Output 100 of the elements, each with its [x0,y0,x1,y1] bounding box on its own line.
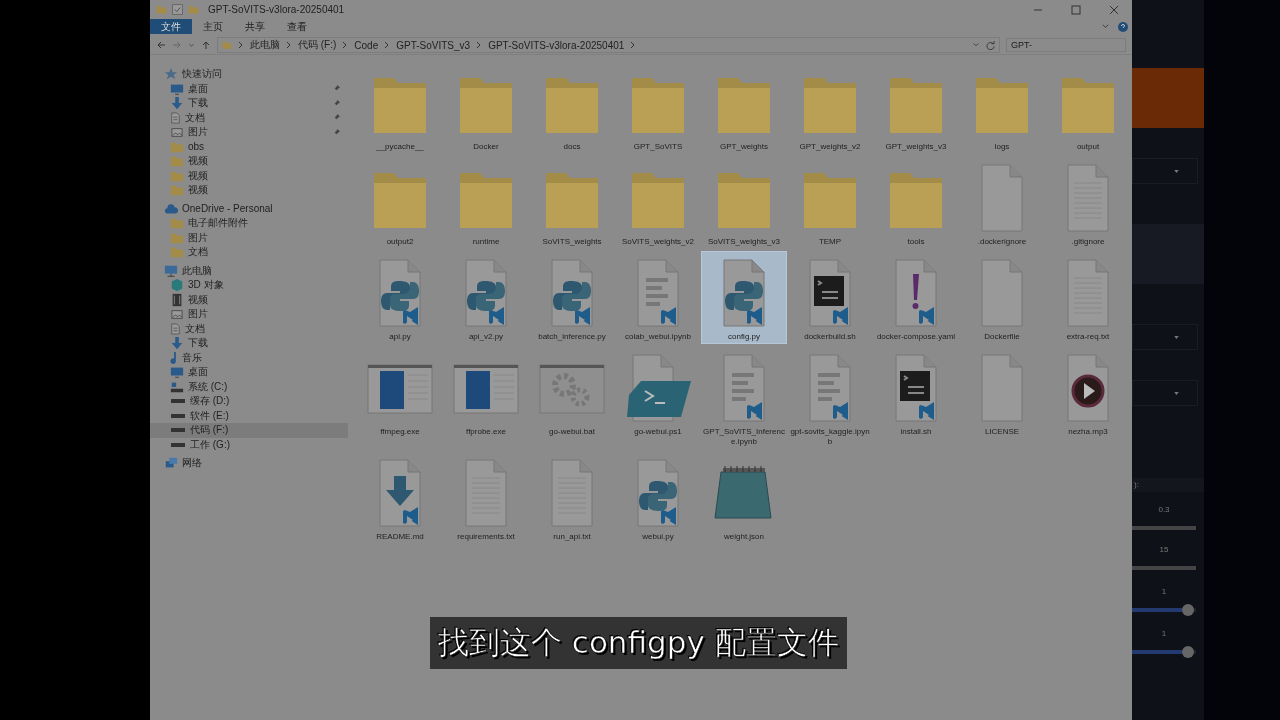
nav-item[interactable]: 工作 (G:) [150,437,348,452]
nav-item[interactable]: 文档 [150,321,348,336]
file-item[interactable]: gpt-sovits_kaggle.ipynb [787,346,873,449]
nav-item[interactable]: 软件 (E:) [150,408,348,423]
breadcrumb[interactable]: GPT-SoVITS_v3 [396,39,471,51]
file-item[interactable]: tools [873,156,959,249]
file-item[interactable]: requirements.txt [443,451,529,544]
file-item[interactable]: GPT_weights [701,61,787,154]
file-item[interactable]: docker-compose.yaml [873,251,959,344]
file-item[interactable]: SoVITS_weights_v3 [701,156,787,249]
nav-item[interactable]: 下载 [150,96,348,111]
file-item[interactable]: ffprobe.exe [443,346,529,439]
nav-item[interactable]: 文档 [150,110,348,125]
nav-item[interactable]: 视频 [150,183,348,198]
file-item[interactable]: GPT_SoVITS [615,61,701,154]
file-item[interactable]: SoVITS_weights [529,156,615,249]
breadcrumb[interactable]: 此电脑 [250,38,280,52]
file-item[interactable]: dockerbuild.sh [787,251,873,344]
breadcrumb[interactable]: GPT-SoVITS-v3lora-20250401 [488,39,625,51]
nav-item[interactable]: 下载 [150,336,348,351]
file-item[interactable]: go-webui.ps1 [615,346,701,439]
file-item[interactable]: output [1045,61,1131,154]
nav-item[interactable]: 系统 (C:) [150,379,348,394]
file-item[interactable]: runtime [443,156,529,249]
nav-item[interactable]: 视频 [150,154,348,169]
slider-thumb[interactable] [1182,604,1195,616]
file-name: README.md [375,532,425,542]
nav-item[interactable]: OneDrive - Personal [150,201,348,216]
slider-thumb[interactable] [1182,646,1195,658]
nav-item[interactable]: 电子邮件附件 [150,216,348,231]
file-item[interactable]: GPT_SoVITS_Inference.ipynb [701,346,787,449]
slider-value: 15 [1158,544,1170,556]
breadcrumb[interactable]: 代码 (F:) [298,38,337,52]
ribbon-tab[interactable]: 查看 [276,19,318,34]
ribbon-tab[interactable]: 共享 [234,19,276,34]
up-arrow-icon[interactable] [201,40,211,50]
nav-item[interactable]: 快速访问 [150,67,348,82]
file-name: __pycache__ [375,142,425,152]
caret-icon [1174,335,1179,339]
nav-item[interactable]: 此电脑 [150,263,348,278]
back-arrow-icon[interactable] [156,40,166,50]
file-item[interactable]: api_v2.py [443,251,529,344]
search-field[interactable]: GPT- [1006,38,1126,52]
file-item[interactable]: .gitignore [1045,156,1131,249]
nav-label: 系统 (C:) [188,379,229,394]
breadcrumb[interactable]: Code [354,39,379,51]
forward-arrow-icon[interactable] [172,40,182,50]
file-item[interactable]: Dockerfile [959,251,1045,344]
file-item[interactable]: install.sh [873,346,959,439]
file-item[interactable]: LICENSE [959,346,1045,439]
ribbon-tab[interactable]: 文件 [150,19,192,34]
dropdown-field[interactable] [1132,158,1198,184]
file-item[interactable]: ffmpeg.exe [357,346,443,439]
nav-item[interactable]: 桌面 [150,365,348,380]
file-item[interactable]: run_api.txt [529,451,615,544]
file-item[interactable]: batch_inference.py [529,251,615,344]
help-icon[interactable] [1118,21,1128,32]
close-icon[interactable] [1109,4,1119,15]
file-item[interactable]: colab_webui.ipynb [615,251,701,344]
picture-icon [170,126,184,138]
file-item[interactable]: SoVITS_weights_v2 [615,156,701,249]
nav-item[interactable]: 视频 [150,168,348,183]
file-item[interactable]: nezha.mp3 [1045,346,1131,439]
file-item[interactable]: go-webui.bat [529,346,615,439]
nav-item[interactable]: 音乐 [150,350,348,365]
nav-item[interactable]: 文档 [150,245,348,260]
chevron-down-icon[interactable] [188,41,195,49]
file-item[interactable]: config.py [701,251,787,344]
file-item[interactable]: README.md [357,451,443,544]
nav-item[interactable]: obs [150,139,348,154]
dropdown-field[interactable] [1132,380,1198,406]
nav-item[interactable]: 网络 [150,456,348,471]
nav-item[interactable]: 桌面 [150,81,348,96]
nav-item[interactable]: 视频 [150,292,348,307]
file-item[interactable]: extra-req.txt [1045,251,1131,344]
refresh-icon[interactable] [986,40,995,50]
file-item[interactable]: GPT_weights_v2 [787,61,873,154]
dropdown-field[interactable] [1132,324,1198,350]
nav-item[interactable]: 图片 [150,125,348,140]
file-item[interactable]: __pycache__ [357,61,443,154]
maximize-icon[interactable] [1071,4,1081,15]
file-item[interactable]: weight.json [701,451,787,544]
file-item[interactable]: .dockerignore [959,156,1045,249]
file-item[interactable]: logs [959,61,1045,154]
ribbon-tab[interactable]: 主页 [192,19,234,34]
file-item[interactable]: docs [529,61,615,154]
file-name: SoVITS_weights [541,237,603,247]
chevron-down-icon[interactable] [1101,22,1110,31]
file-item[interactable]: webui.py [615,451,701,544]
chevron-down-icon[interactable] [972,41,980,49]
file-item[interactable]: output2 [357,156,443,249]
nav-item[interactable]: 缓存 (D:) [150,394,348,409]
file-item[interactable]: GPT_weights_v3 [873,61,959,154]
file-item[interactable]: Docker [443,61,529,154]
file-item[interactable]: api.py [357,251,443,344]
nav-item[interactable]: 代码 (F:) [150,423,348,438]
nav-item[interactable]: 图片 [150,307,348,322]
file-item[interactable]: TEMP [787,156,873,249]
nav-item[interactable]: 3D 对象 [150,278,348,293]
nav-item[interactable]: 图片 [150,230,348,245]
